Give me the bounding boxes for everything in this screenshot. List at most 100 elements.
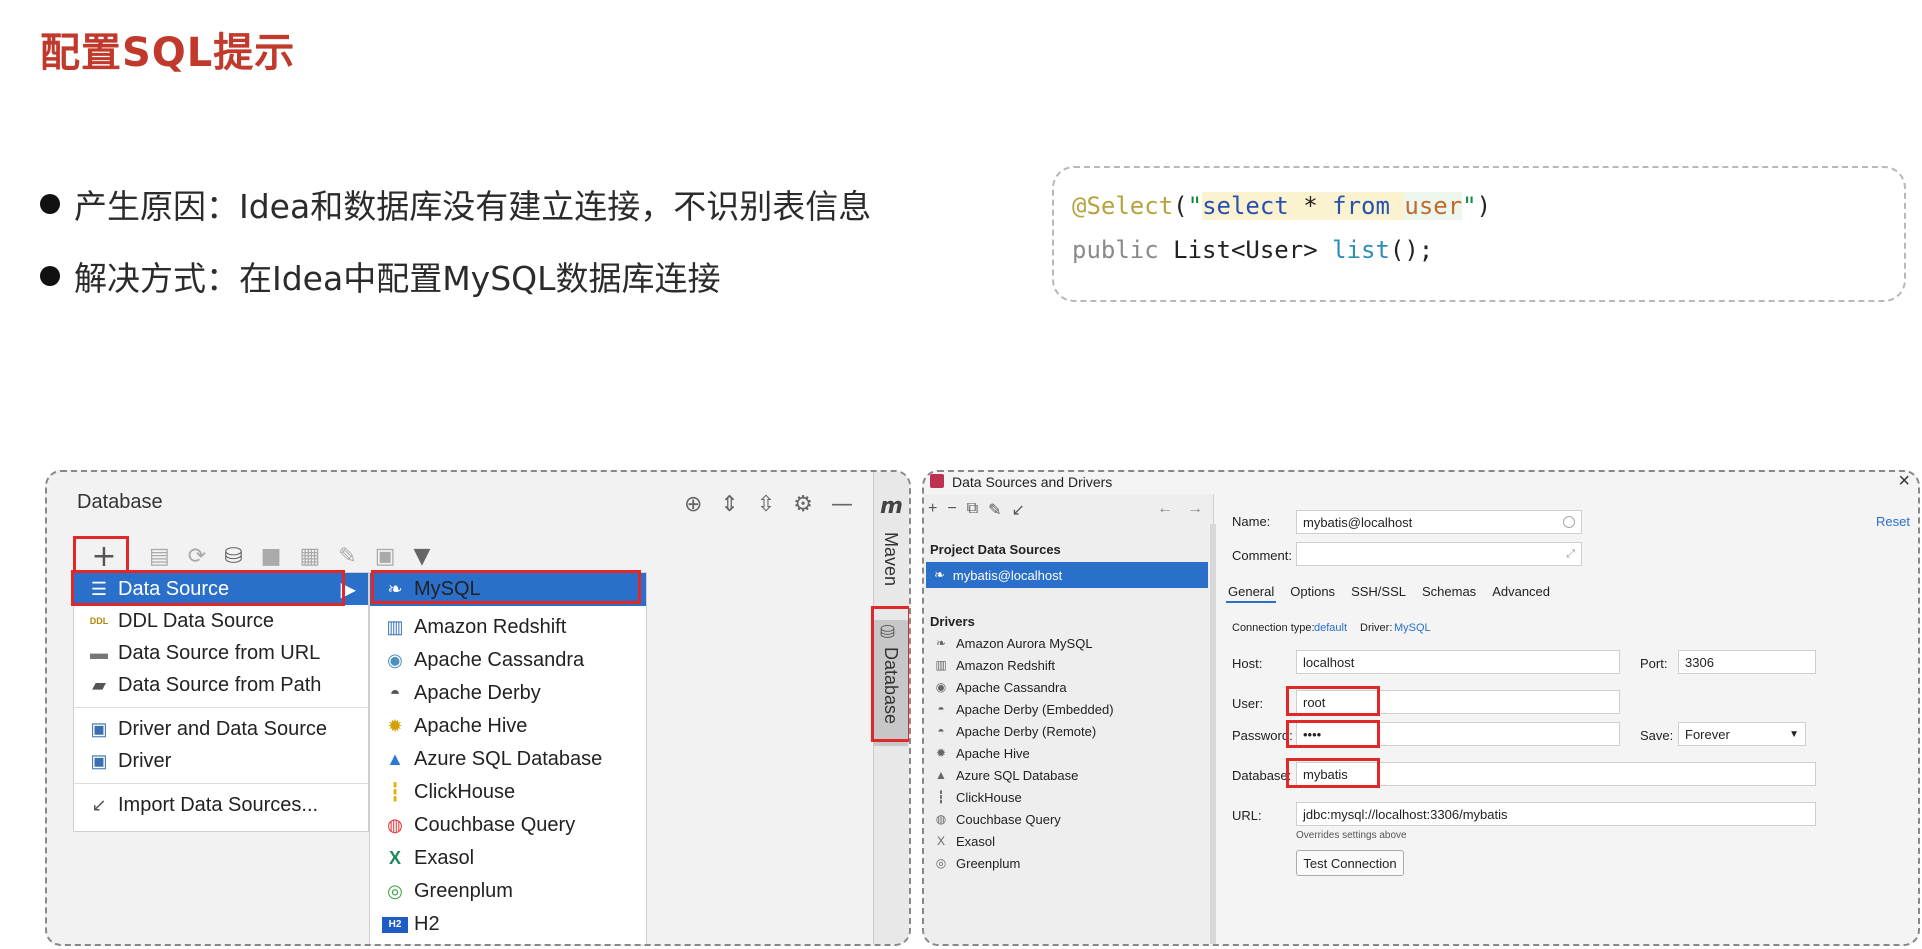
bullet-solution: 解决方式：在Idea中配置MySQL数据库连接 bbox=[40, 240, 871, 312]
stop-icon[interactable]: ■ bbox=[261, 544, 282, 569]
chevron-down-icon: ▼ bbox=[1789, 728, 1799, 740]
azure-icon: ▲ bbox=[386, 749, 404, 769]
driver-item[interactable]: X Exasol bbox=[932, 830, 995, 852]
data-sources-dialog: Data Sources and Drivers × + − ⧉ ✎ ↙ ← →… bbox=[922, 470, 1920, 946]
url-field[interactable]: jdbc:mysql://localhost:3306/mybatis bbox=[1296, 802, 1816, 826]
sql-table: user bbox=[1404, 192, 1463, 220]
submenu-item-h2[interactable]: H2 H2 bbox=[370, 908, 646, 941]
submenu-item-exasol[interactable]: X Exasol bbox=[370, 842, 646, 875]
bullet-text: 产生原因：Idea和数据库没有建立连接，不识别表信息 bbox=[74, 187, 872, 226]
filter-icon[interactable]: ▼ bbox=[414, 544, 431, 569]
cassandra-eye-icon: ◉ bbox=[935, 680, 947, 694]
close-icon[interactable]: × bbox=[1898, 472, 1910, 493]
driver-link[interactable]: MySQL bbox=[1394, 622, 1431, 634]
duplicate-icon[interactable]: ⧉ bbox=[967, 500, 978, 520]
driver-icon: ▣ bbox=[90, 750, 108, 771]
highlight-mysql bbox=[371, 570, 641, 604]
tab-general[interactable]: General bbox=[1226, 582, 1277, 603]
submenu-item-clickhouse[interactable]: ┇ ClickHouse bbox=[370, 776, 646, 809]
highlight-database bbox=[1286, 758, 1380, 788]
color-picker-icon[interactable] bbox=[1563, 516, 1575, 528]
minimize-icon[interactable]: — bbox=[831, 492, 853, 517]
wrench-icon[interactable]: ✎ bbox=[988, 500, 1001, 520]
user-label: User: bbox=[1232, 696, 1264, 711]
back-arrow-icon[interactable]: ← bbox=[1157, 500, 1173, 518]
add-icon[interactable]: + bbox=[928, 500, 937, 520]
nav-arrows: ← → bbox=[1157, 500, 1203, 518]
import-icon[interactable]: ↙ bbox=[1012, 500, 1025, 520]
menu-item-data-source-path[interactable]: ▰ Data Source from Path bbox=[74, 669, 368, 701]
table-icon[interactable]: ▦ bbox=[299, 544, 320, 569]
driver-item[interactable]: ◍ Couchbase Query bbox=[932, 808, 1061, 830]
driver-item[interactable]: ▲ Azure SQL Database bbox=[932, 764, 1078, 786]
code-token: " bbox=[1187, 192, 1203, 220]
tab-schemas[interactable]: Schemas bbox=[1420, 582, 1478, 603]
reset-link[interactable]: Reset bbox=[1876, 514, 1910, 529]
submenu-item-apache-cassandra[interactable]: ◉ Apache Cassandra bbox=[370, 644, 646, 677]
derby-hat-icon: ◓ bbox=[937, 702, 945, 716]
name-field[interactable]: mybatis@localhost bbox=[1296, 510, 1582, 534]
menu-item-import-data-sources[interactable]: ↙ Import Data Sources... bbox=[74, 789, 368, 821]
driver-item[interactable]: ◓ Apache Derby (Embedded) bbox=[932, 698, 1113, 720]
submenu-item-couchbase[interactable]: ◍ Couchbase Query bbox=[370, 809, 646, 842]
highlight-user bbox=[1286, 686, 1380, 716]
driver-item[interactable]: ✹ Apache Hive bbox=[932, 742, 1030, 764]
url-hint: Overrides settings above bbox=[1296, 830, 1407, 841]
submenu-item-apache-derby[interactable]: ◓ Apache Derby bbox=[370, 677, 646, 710]
menu-item-data-source-url[interactable]: ▬ Data Source from URL bbox=[74, 637, 368, 669]
driver-item[interactable]: ▥ Amazon Redshift bbox=[932, 654, 1055, 676]
code-keyword: public bbox=[1072, 236, 1159, 264]
refresh-icon[interactable]: ⟳ bbox=[188, 544, 206, 569]
connection-type-link[interactable]: default bbox=[1314, 622, 1347, 634]
data-source-submenu: ❧ MySQL ▥ Amazon Redshift ◉ Apache Cassandr… bbox=[369, 572, 647, 944]
bullet-dot bbox=[40, 194, 60, 214]
driver-item[interactable]: ❧ Amazon Aurora MySQL bbox=[932, 632, 1093, 654]
port-field[interactable]: 3306 bbox=[1678, 650, 1816, 674]
copy-icon[interactable]: ▤ bbox=[149, 544, 170, 569]
driver-item[interactable]: ◓ Apache Derby (Remote) bbox=[932, 720, 1096, 742]
edit-icon[interactable]: ✎ bbox=[338, 544, 356, 569]
mysql-dolphin-icon: ❧ bbox=[934, 567, 945, 582]
clickhouse-icon: ┇ bbox=[389, 782, 401, 802]
submenu-item-greenplum[interactable]: ◎ Greenplum bbox=[370, 875, 646, 908]
expand-icon[interactable]: ⤢ bbox=[1566, 548, 1575, 561]
ddl-icon: DDL bbox=[89, 616, 109, 626]
host-label: Host: bbox=[1232, 656, 1263, 671]
greenplum-icon: ◎ bbox=[935, 856, 947, 870]
tab-ssh-ssl[interactable]: SSH/SSL bbox=[1349, 582, 1408, 603]
tab-advanced[interactable]: Advanced bbox=[1490, 582, 1552, 603]
host-field[interactable]: localhost bbox=[1296, 650, 1620, 674]
submenu-item-apache-hive[interactable]: ✹ Apache Hive bbox=[370, 710, 646, 743]
driver-item[interactable]: ┇ ClickHouse bbox=[932, 786, 1021, 808]
menu-item-ddl-data-source[interactable]: DDL DDL Data Source bbox=[74, 605, 368, 637]
driver-item[interactable]: ◎ Greenplum bbox=[932, 852, 1021, 874]
forward-arrow-icon[interactable]: → bbox=[1187, 500, 1203, 518]
highlight-password bbox=[1286, 720, 1380, 748]
gear-icon[interactable]: ⚙ bbox=[793, 492, 813, 517]
menu-item-driver[interactable]: ▣ Driver bbox=[74, 745, 368, 777]
menu-item-driver-and-data-source[interactable]: ▣ Driver and Data Source bbox=[74, 713, 368, 745]
driver-icon: ▣ bbox=[90, 718, 108, 739]
tab-options[interactable]: Options bbox=[1288, 582, 1337, 603]
schema-icon[interactable]: ⛁ bbox=[224, 544, 242, 569]
comment-field[interactable]: ⤢ bbox=[1296, 542, 1582, 566]
tab-maven[interactable]: Maven bbox=[880, 532, 901, 586]
driver-item[interactable]: ◉ Apache Cassandra bbox=[932, 676, 1067, 698]
save-select[interactable]: Forever ▼ bbox=[1678, 722, 1806, 746]
app-logo-icon bbox=[930, 474, 944, 488]
comment-label: Comment: bbox=[1232, 548, 1292, 563]
target-icon[interactable]: ⊕ bbox=[684, 492, 702, 517]
test-connection-button[interactable]: Test Connection bbox=[1296, 850, 1404, 876]
submenu-item-amazon-redshift[interactable]: ▥ Amazon Redshift bbox=[370, 611, 646, 644]
panel-title: Database bbox=[77, 490, 163, 513]
expand-all-icon[interactable]: ⇕ bbox=[720, 492, 738, 517]
submenu-item-azure-sql[interactable]: ▲ Azure SQL Database bbox=[370, 743, 646, 776]
query-console-icon[interactable]: ▣ bbox=[375, 544, 396, 569]
collapse-all-icon[interactable]: ⇳ bbox=[757, 492, 775, 517]
cassandra-eye-icon: ◉ bbox=[387, 650, 403, 670]
ide-database-panel: Database ⊕ ⇕ ⇳ ⚙ — + ▤ ⟳ ⛁ ■ ▦ ✎ ▣ ▼ m M… bbox=[45, 470, 911, 946]
data-source-item-selected[interactable]: ❧ mybatis@localhost bbox=[926, 562, 1208, 588]
data-source-settings-pane: Name: mybatis@localhost Reset Comment: ⤢… bbox=[1220, 494, 1918, 944]
remove-icon[interactable]: − bbox=[947, 500, 956, 520]
list-scrollbar[interactable] bbox=[1210, 524, 1216, 944]
